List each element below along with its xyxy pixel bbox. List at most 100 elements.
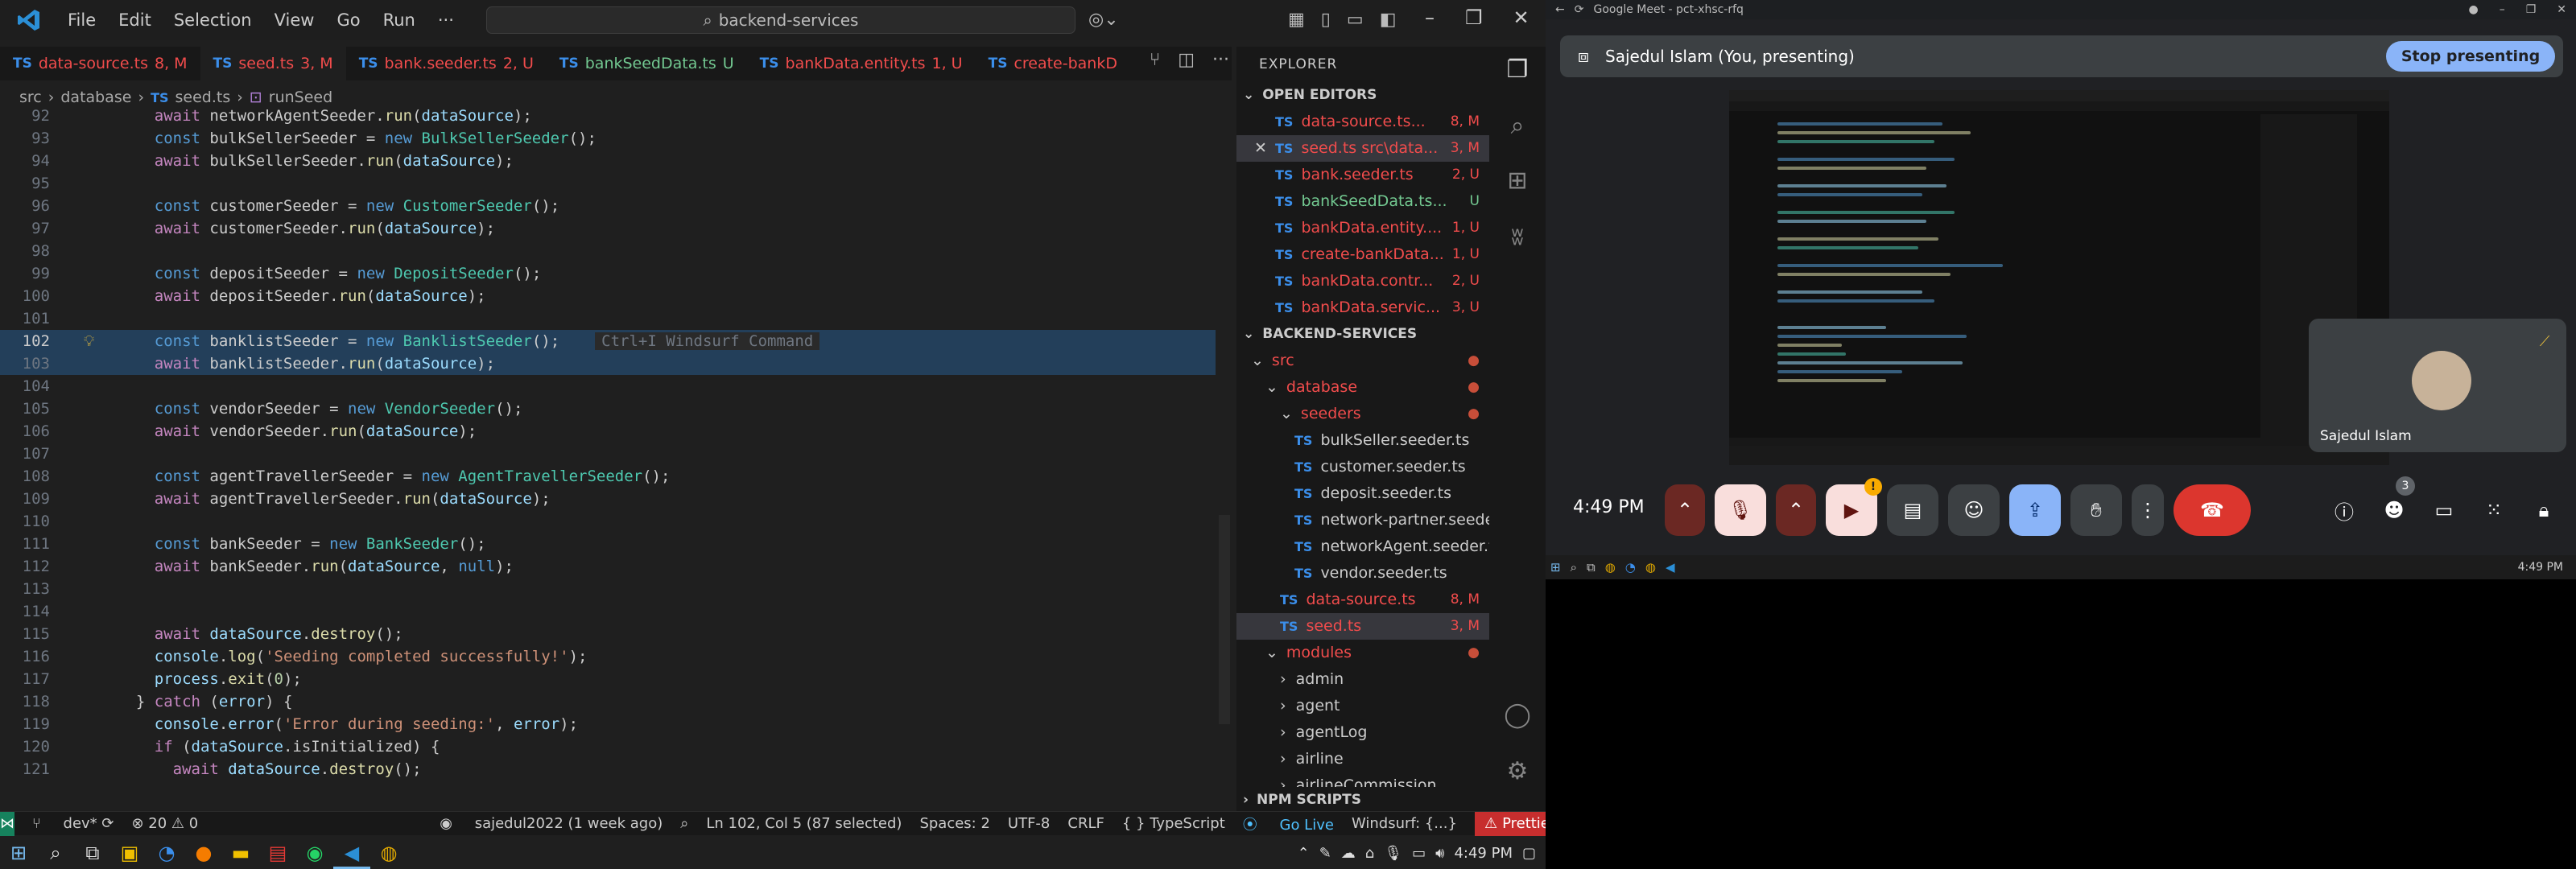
code-line[interactable]: 117 process.exit(0); xyxy=(0,668,1216,690)
open-editor-item[interactable]: TS bankSeedData.ts... U xyxy=(1236,188,1489,215)
gear-icon[interactable]: ⚙ xyxy=(1504,758,1531,785)
open-editor-item[interactable]: TS bank.seeder.ts 2, U xyxy=(1236,162,1489,188)
chrome-icon[interactable]: ◍ xyxy=(370,842,407,864)
zoom-icon[interactable]: ⌕ xyxy=(680,815,688,832)
raise-hand-button[interactable]: ✋︎ xyxy=(2070,484,2122,536)
eol-status[interactable]: CRLF xyxy=(1067,815,1104,832)
editor-tab[interactable]: TS seed.ts 3, M xyxy=(200,47,346,80)
code-line[interactable]: 121 await dataSource.destroy(); xyxy=(0,758,1216,780)
tree-file[interactable]: TS data-source.ts 8, M xyxy=(1236,587,1489,613)
more-actions-icon[interactable]: ··· xyxy=(1212,50,1229,70)
git-blame-status[interactable]: ◉ sajedul2022 (1 week ago) xyxy=(440,815,663,832)
code-line[interactable]: 100 await depositSeeder.run(dataSource); xyxy=(0,285,1216,307)
leave-call-button[interactable]: ☎ xyxy=(2174,484,2251,536)
windows-start-icon[interactable]: ⊞ xyxy=(1550,560,1561,575)
editor-tab[interactable]: TS bankSeedData.ts U xyxy=(547,47,747,80)
menu-edit[interactable]: Edit xyxy=(107,10,163,30)
self-video-tile[interactable]: ⟋ Sajedul Islam xyxy=(2309,319,2566,452)
go-live-button[interactable]: ⦿ Go Live xyxy=(1243,813,1334,834)
account-icon[interactable]: ◯ xyxy=(1504,702,1531,729)
code-line[interactable]: 95 xyxy=(0,172,1216,195)
chrome-icon[interactable]: ◍ xyxy=(1645,560,1656,575)
menu-file[interactable]: File xyxy=(56,10,107,30)
toggle-secondary-sidebar-icon[interactable]: ◧ xyxy=(1380,10,1397,30)
code-line[interactable]: 112 await bankSeeder.run(dataSource, nul… xyxy=(0,555,1216,578)
open-editor-item[interactable]: TS bankData.servic... 3, U xyxy=(1236,294,1489,321)
windsurf-icon[interactable]: ʬ xyxy=(1504,224,1531,251)
code-editor[interactable]: 92 await networkAgentSeeder.run(dataSour… xyxy=(0,101,1232,809)
vscode-taskbar-icon[interactable]: ◀ xyxy=(1666,560,1675,575)
menu-more[interactable]: ··· xyxy=(427,10,465,30)
notification-center-icon[interactable]: ▢ xyxy=(1522,845,1536,862)
open-editor-item[interactable]: TS bankData.contr... 2, U xyxy=(1236,268,1489,294)
close-icon[interactable]: ✕ xyxy=(1254,135,1267,162)
open-editor-item[interactable]: TS create-bankData... 1, U xyxy=(1236,241,1489,268)
task-view-icon[interactable]: ⧉ xyxy=(1587,560,1596,575)
tree-folder[interactable]: › admin xyxy=(1236,666,1489,693)
tree-file[interactable]: TS network-partner.seeder.ts xyxy=(1236,507,1489,533)
layout-icon[interactable]: ▦ xyxy=(1288,10,1305,30)
speaker-icon[interactable]: 🔊︎ xyxy=(1435,845,1444,862)
video-options-button[interactable]: ⌃ xyxy=(1776,484,1816,536)
editor-tab[interactable]: TS data-source.ts 8, M xyxy=(0,47,200,80)
audio-options-button[interactable]: ⌃ xyxy=(1665,484,1705,536)
tree-file[interactable]: TS bulkSeller.seeder.ts xyxy=(1236,427,1489,454)
edge-icon[interactable]: ◔ xyxy=(148,842,185,864)
branch-status[interactable]: ⑂ dev* ⟳ xyxy=(32,815,114,832)
code-line[interactable]: 113 xyxy=(0,578,1216,600)
battery-icon[interactable]: ▭ xyxy=(1412,845,1426,862)
restore-icon[interactable]: ❐ xyxy=(1465,6,1483,29)
menu-selection[interactable]: Selection xyxy=(163,10,263,30)
chrome-icon[interactable]: ◍ xyxy=(1605,560,1616,575)
copilot-icon[interactable]: ◎⌄ xyxy=(1088,10,1119,30)
postman-icon[interactable]: ● xyxy=(185,842,222,864)
menu-view[interactable]: View xyxy=(263,10,326,30)
taskbar-search-icon[interactable]: ⌕ xyxy=(1571,560,1577,575)
microphone-icon[interactable]: 🎙︎ xyxy=(1384,845,1402,862)
lightbulb-icon[interactable]: 💡︎ xyxy=(84,330,94,352)
captions-button[interactable]: ▤ xyxy=(1887,484,1938,536)
code-line[interactable]: 115 await dataSource.destroy(); xyxy=(0,623,1216,645)
open-editor-item[interactable]: TS data-source.ts... 8, M xyxy=(1236,109,1489,135)
minimize-icon[interactable]: – xyxy=(1425,6,1435,29)
editor-tab[interactable]: TS bank.seeder.ts 2, U xyxy=(346,47,547,80)
indentation-status[interactable]: Spaces: 2 xyxy=(919,815,989,832)
taskbar-search-icon[interactable]: ⌕ xyxy=(37,842,74,864)
tree-folder[interactable]: ⌄ database ● xyxy=(1236,374,1489,401)
toggle-panel-icon[interactable]: ▭ xyxy=(1347,10,1364,30)
code-line[interactable]: 104 xyxy=(0,375,1216,397)
code-line[interactable]: 114 xyxy=(0,600,1216,623)
problems-status[interactable]: ⊗ 20 ⚠ 0 xyxy=(132,815,199,832)
editor-tab[interactable]: TS bankData.entity.ts 1, U xyxy=(747,47,976,80)
tree-folder[interactable]: › agent xyxy=(1236,693,1489,719)
more-options-button[interactable]: ⋮ xyxy=(2132,484,2164,536)
split-editor-icon[interactable]: ◫ xyxy=(1178,50,1195,70)
code-line[interactable]: 92 await networkAgentSeeder.run(dataSour… xyxy=(0,105,1216,127)
menu-go[interactable]: Go xyxy=(325,10,371,30)
code-line[interactable]: 105 const vendorSeeder = new VendorSeede… xyxy=(0,397,1216,420)
code-line[interactable]: 97 await customerSeeder.run(dataSource); xyxy=(0,217,1216,240)
language-status[interactable]: { } TypeScript xyxy=(1122,815,1225,832)
code-line[interactable]: 106 await vendorSeeder.run(dataSource); xyxy=(0,420,1216,443)
explorer-icon[interactable]: ❐ xyxy=(1504,56,1531,84)
file-explorer-icon[interactable]: ▬ xyxy=(222,842,259,864)
emoji-button[interactable]: ☺ xyxy=(1948,484,2000,536)
code-line[interactable]: 94 await bulkSellerSeeder.run(dataSource… xyxy=(0,150,1216,172)
editor-scrollbar[interactable] xyxy=(1216,101,1232,809)
activities-icon[interactable]: ⁙ xyxy=(2476,484,2512,536)
windows-start-icon[interactable]: ⊞ xyxy=(0,842,37,864)
cursor-position-status[interactable]: Ln 102, Col 5 (87 selected) xyxy=(706,815,902,832)
npm-scripts-section[interactable]: › NPM SCRIPTS xyxy=(1236,787,1489,813)
tree-file[interactable]: TS vendor.seeder.ts xyxy=(1236,560,1489,587)
encoding-status[interactable]: UTF-8 xyxy=(1008,815,1050,832)
stop-presenting-button[interactable]: Stop presenting xyxy=(2386,41,2555,72)
tree-file[interactable]: TS customer.seeder.ts xyxy=(1236,454,1489,480)
windsurf-status[interactable]: Windsurf: {...} xyxy=(1352,815,1457,832)
tree-folder[interactable]: ⌄ src ● xyxy=(1236,348,1489,374)
code-line[interactable]: 109 await agentTravellerSeeder.run(dataS… xyxy=(0,488,1216,510)
host-controls-icon[interactable]: 🔒︎ xyxy=(2526,484,2562,536)
info-icon[interactable]: ⓘ xyxy=(2326,484,2362,536)
present-button[interactable]: ⇪ xyxy=(2009,484,2061,536)
tree-file[interactable]: TS seed.ts 3, M xyxy=(1236,613,1489,640)
code-line[interactable]: 99 const depositSeeder = new DepositSeed… xyxy=(0,262,1216,285)
